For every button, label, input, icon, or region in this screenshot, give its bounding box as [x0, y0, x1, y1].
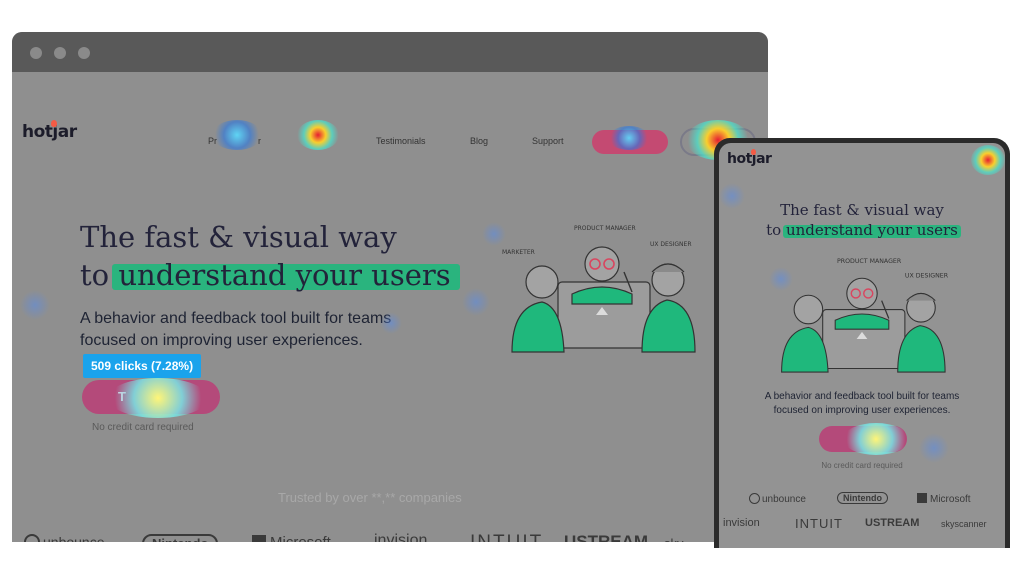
mobile-brand-nintendo: Nintendo [837, 492, 888, 504]
cta-label: T [118, 389, 126, 404]
mobile-hero-title-line2: to understand your users [719, 221, 1005, 239]
hero-title-highlight: understand your users [112, 258, 461, 292]
illustration-label-marketer: MARKETER [502, 249, 535, 256]
nav-link-blog[interactable]: Blog [470, 136, 488, 146]
window-close-dot[interactable] [30, 47, 42, 59]
flame-icon [751, 149, 756, 155]
no-credit-card-note: No credit card required [92, 422, 194, 433]
nav-link-product[interactable]: Pr [208, 136, 217, 146]
nav-link-pricing[interactable]: r [258, 136, 261, 146]
heatspot [20, 290, 50, 320]
mobile-brand-ustream: USTREAM [865, 517, 920, 529]
hotjar-logo[interactable]: hotjar [22, 120, 77, 142]
nav-link-support[interactable]: Support [532, 136, 564, 146]
brand-label: unbounce [762, 494, 806, 505]
heatmap-screenshot: hotjar Pr r Testimonials Blog Support Th… [0, 0, 1020, 572]
brand-intuit: INTUIT [470, 532, 543, 542]
window-minimize-dot[interactable] [54, 47, 66, 59]
illustration-label-ux: UX DESIGNER [650, 241, 692, 248]
brand-ustream: USTREAM [564, 532, 649, 542]
mobile-hero-subtitle-line2: focused on improving user experiences. [773, 405, 951, 416]
mobile-hero-title-line1: The fast & visual way [780, 201, 944, 219]
mobile-device: hotjar The fast & visual way to understa… [714, 138, 1010, 548]
trusted-by-text: Trusted by over **,** companies [278, 490, 462, 505]
hero-title-prefix: to [80, 258, 110, 292]
microsoft-icon [252, 535, 266, 542]
browser-titlebar [12, 32, 768, 72]
desktop-browser-window: hotjar Pr r Testimonials Blog Support Th… [12, 32, 768, 542]
hero-highlight-text: understand your users [118, 258, 451, 292]
nav-link-testimonials[interactable]: Testimonials [376, 136, 426, 146]
logo-text: hotjar [727, 151, 772, 167]
desktop-page: hotjar Pr r Testimonials Blog Support Th… [12, 72, 768, 542]
heatspot [919, 433, 949, 463]
click-count-badge: 509 clicks (7.28%) [83, 354, 202, 378]
mobile-brand-skyscanner: skyscanner [941, 519, 987, 529]
microsoft-icon [917, 493, 927, 503]
nav-signup-button[interactable] [592, 130, 668, 154]
brand-microsoft: Microsoft [252, 534, 331, 542]
mobile-page: hotjar The fast & visual way to understa… [719, 143, 1005, 548]
mobile-no-credit-card-note: No credit card required [821, 461, 903, 470]
brand-label: Microsoft [930, 494, 971, 505]
hero-subtitle-line2: focused on improving user experiences. [80, 332, 363, 349]
brand-invision: invision [374, 532, 428, 542]
illustration-label-ux: UX DESIGNER [905, 272, 949, 279]
brand-nintendo: Nintendo [142, 534, 219, 542]
heatspot [212, 120, 262, 150]
hero-title-line1: The fast & visual way [80, 220, 397, 254]
illustration-label-pm: PRODUCT MANAGER [837, 258, 902, 265]
mobile-hotjar-logo[interactable]: hotjar [727, 149, 772, 167]
brand-label: unbounce [43, 534, 105, 542]
brand-label: Microsoft [270, 534, 331, 542]
team-illustration: MARKETER PRODUCT MANAGER UX DESIGNER [502, 225, 696, 353]
mobile-brand-unbounce: unbounce [749, 493, 806, 505]
brand-unbounce: unbounce [24, 534, 105, 542]
mobile-brand-intuit: INTUIT [795, 516, 843, 531]
mobile-cta-button[interactable] [819, 426, 907, 452]
heatspot [462, 288, 490, 316]
logo-text: hotjar [22, 122, 77, 142]
hero-highlight-text: understand your users [785, 221, 958, 239]
unbounce-icon [749, 493, 760, 504]
hero-title-line2: to understand your users [80, 258, 461, 292]
window-maximize-dot[interactable] [78, 47, 90, 59]
mobile-hero-subtitle-line1: A behavior and feedback tool built for t… [764, 391, 960, 402]
hero-title-prefix: to [766, 221, 782, 239]
mobile-brand-microsoft: Microsoft [917, 493, 971, 505]
flame-icon [51, 120, 57, 127]
illustration-label-pm: PRODUCT MANAGER [574, 225, 636, 232]
mobile-brand-invision: invision [723, 517, 760, 529]
unbounce-icon [24, 534, 40, 542]
mobile-hero-title-highlight: understand your users [782, 221, 961, 239]
hero-subtitle-line1: A behavior and feedback tool built for t… [80, 310, 392, 327]
heatspot [971, 145, 1005, 175]
mobile-team-illustration: PRODUCT MANAGER UX DESIGNER [781, 258, 949, 373]
heatspot [297, 120, 339, 150]
hero-cta-button[interactable]: T [82, 380, 220, 414]
brand-sky: sky [664, 536, 684, 542]
